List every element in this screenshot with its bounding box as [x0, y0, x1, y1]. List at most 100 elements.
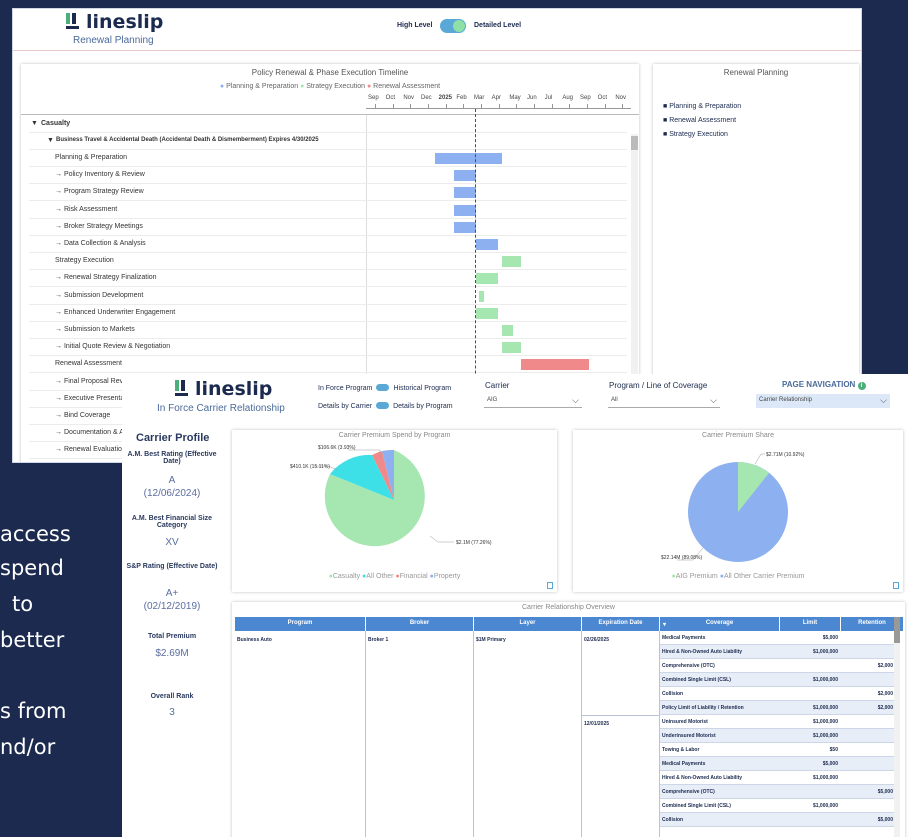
program-toggle[interactable]: In Force Program Historical Program — [318, 384, 451, 392]
logo: lineslip — [65, 11, 163, 33]
limit-cell: $1,000,000 — [812, 677, 838, 683]
task-label: → Submission to Markets — [55, 326, 135, 333]
expand-caret-icon[interactable]: ▼ — [31, 120, 38, 127]
timeline-row[interactable]: → Policy Inventory & Review — [29, 167, 627, 185]
am-financial-label: A.M. Best Financial Size Category — [131, 515, 213, 529]
coverage-cell: Hired & Non-Owned Auto Liability — [662, 775, 743, 781]
sp-rating-date: (02/12/2019) — [143, 601, 201, 612]
limit-cell: $1,000,000 — [812, 775, 838, 781]
info-icon[interactable]: i — [857, 382, 866, 390]
lineslip-logo-icon — [174, 379, 192, 397]
timeline-row[interactable]: Planning & Preparation — [29, 150, 627, 167]
limit-cell: $1,000,000 — [812, 705, 838, 711]
gantt-bar-renewal[interactable] — [521, 359, 589, 371]
panel-title: Renewal Planning — [723, 68, 789, 77]
gantt-bar-planning[interactable] — [475, 239, 499, 250]
task-label: Renewal Assessment — [55, 360, 122, 368]
page-subtitle: In Force Carrier Relationship — [157, 403, 285, 414]
carrier-select[interactable]: AIG ⌵ — [484, 394, 582, 408]
limit-cell: $50 — [829, 747, 838, 753]
timeline-row[interactable]: Renewal Assessment — [29, 356, 627, 374]
gantt-bar-planning[interactable] — [434, 153, 503, 164]
panel-item[interactable]: ■ Renewal Assessment — [663, 114, 741, 128]
coverage-cell: Combined Single Limit (CSL) — [662, 803, 731, 809]
focus-mode-icon[interactable] — [547, 582, 553, 589]
gantt-bar-planning[interactable] — [454, 187, 476, 199]
pie-label: $2.71M (10.92%) — [766, 452, 805, 458]
task-label: → Enhanced Underwriter Engagement — [55, 308, 176, 316]
bg-line: access — [0, 522, 71, 546]
task-label: → Risk Assessment — [55, 205, 118, 213]
page-subtitle: Renewal Planning — [73, 35, 154, 46]
month-tick-label: Oct — [597, 95, 607, 101]
timeline-row[interactable]: → Submission to Markets — [29, 322, 627, 339]
col-header-layer[interactable]: Layer — [474, 617, 581, 631]
task-label: → Policy Inventory & Review — [55, 171, 145, 179]
col-header-coverage[interactable]: ▾ Coverage — [660, 617, 779, 631]
table-scrollbar[interactable] — [894, 617, 900, 837]
coverage-cell: Collision — [662, 691, 684, 697]
timeline-row[interactable]: Strategy Execution — [29, 253, 627, 271]
timeline-row[interactable]: → Renewal Strategy Finalization — [29, 270, 627, 288]
limit-cell: $5,000 — [822, 635, 838, 641]
group-row-casualty[interactable]: ▼ Casualty — [29, 116, 627, 133]
toggle-switch[interactable] — [376, 402, 390, 409]
program-select[interactable]: All ⌵ — [608, 394, 720, 408]
gantt-bar-strategy[interactable] — [475, 307, 499, 319]
expand-caret-icon[interactable]: ▼ — [47, 137, 54, 144]
timeline-row[interactable]: → Program Strategy Review — [29, 184, 627, 202]
timeline-row[interactable]: → Risk Assessment — [29, 202, 627, 219]
col-header-broker[interactable]: Broker — [366, 617, 473, 631]
premium-share-pie-chart: $2.71M (10.92%) $22.14M (89.08%) — [661, 452, 805, 562]
month-tick-label: Mar — [474, 95, 485, 101]
month-tick-label: Nov — [615, 95, 626, 101]
timeline-row[interactable]: → Initial Quote Review & Negotiation — [29, 339, 627, 357]
retention-cell: $2,000 — [877, 663, 893, 669]
timeline-row[interactable]: → Submission Development — [29, 288, 627, 305]
overall-rank-label: Overall Rank — [150, 693, 194, 700]
gantt-bar-strategy[interactable] — [479, 290, 485, 302]
month-tick-label: Oct — [385, 95, 395, 101]
chevron-down-icon: ⌵ — [710, 395, 717, 405]
total-premium-label: Total Premium — [147, 633, 197, 640]
timeline-row[interactable]: → Broker Strategy Meetings — [29, 219, 627, 236]
gantt-bar-planning[interactable] — [454, 204, 476, 216]
task-label: Strategy Execution — [55, 257, 114, 265]
task-label: → Bind Coverage — [55, 412, 111, 419]
panel-list: ■ Planning & Preparation ■ Renewal Asses… — [663, 100, 741, 142]
chart-legend: ●Casualty ●All Other ●Financial ●Propert… — [328, 573, 461, 580]
overall-rank-value: 3 — [169, 707, 175, 718]
focus-mode-icon[interactable] — [893, 582, 899, 589]
timeline-row[interactable]: → Data Collection & Analysis — [29, 236, 627, 253]
toggle-switch[interactable] — [376, 384, 390, 391]
program-pie-chart: $106.6K (3.93%) $410.1K (15.11%) $2.1M (… — [290, 445, 492, 547]
gantt-bar-planning[interactable] — [454, 170, 476, 182]
gantt-bar-strategy[interactable] — [502, 342, 522, 354]
task-label: → Initial Quote Review & Negotiation — [55, 343, 171, 351]
limit-cell: $1,000,000 — [812, 733, 838, 739]
level-toggle[interactable] — [440, 19, 466, 33]
col-header-program[interactable]: Program — [235, 617, 365, 631]
coverage-cell: Combined Single Limit (CSL) — [662, 677, 731, 683]
chevron-down-icon: ⌵ — [880, 395, 887, 405]
gantt-bar-strategy[interactable] — [502, 256, 522, 268]
gantt-bar-strategy[interactable] — [502, 325, 513, 336]
details-toggle[interactable]: Details by Carrier Details by Program — [318, 402, 453, 410]
task-label: → Program Strategy Review — [55, 188, 144, 196]
gantt-bar-planning[interactable] — [454, 221, 476, 233]
col-header-expiration[interactable]: Expiration Date — [582, 617, 659, 631]
timeline-row[interactable]: → Enhanced Underwriter Engagement — [29, 305, 627, 322]
month-tick-label: 2025 — [438, 95, 453, 101]
coverage-cell: Medical Payments — [662, 635, 706, 641]
month-tick-label: Sep — [580, 95, 591, 101]
task-label: → Renewal Strategy Finalization — [55, 274, 157, 282]
task-label: Planning & Preparation — [55, 154, 127, 161]
col-header-limit[interactable]: Limit — [780, 617, 840, 631]
expiration-cell: 12/01/2025 — [584, 721, 610, 727]
panel-item[interactable]: ■ Planning & Preparation — [663, 100, 741, 114]
page-navigation-select[interactable]: Carrier Relationship ⌵ — [756, 394, 890, 408]
gantt-bar-strategy[interactable] — [475, 273, 499, 285]
am-rating-value: A — [168, 475, 176, 486]
panel-item[interactable]: ■ Strategy Execution — [663, 128, 741, 142]
policy-row[interactable]: ▼ Business Travel & Accidental Death (Acc… — [29, 133, 627, 150]
